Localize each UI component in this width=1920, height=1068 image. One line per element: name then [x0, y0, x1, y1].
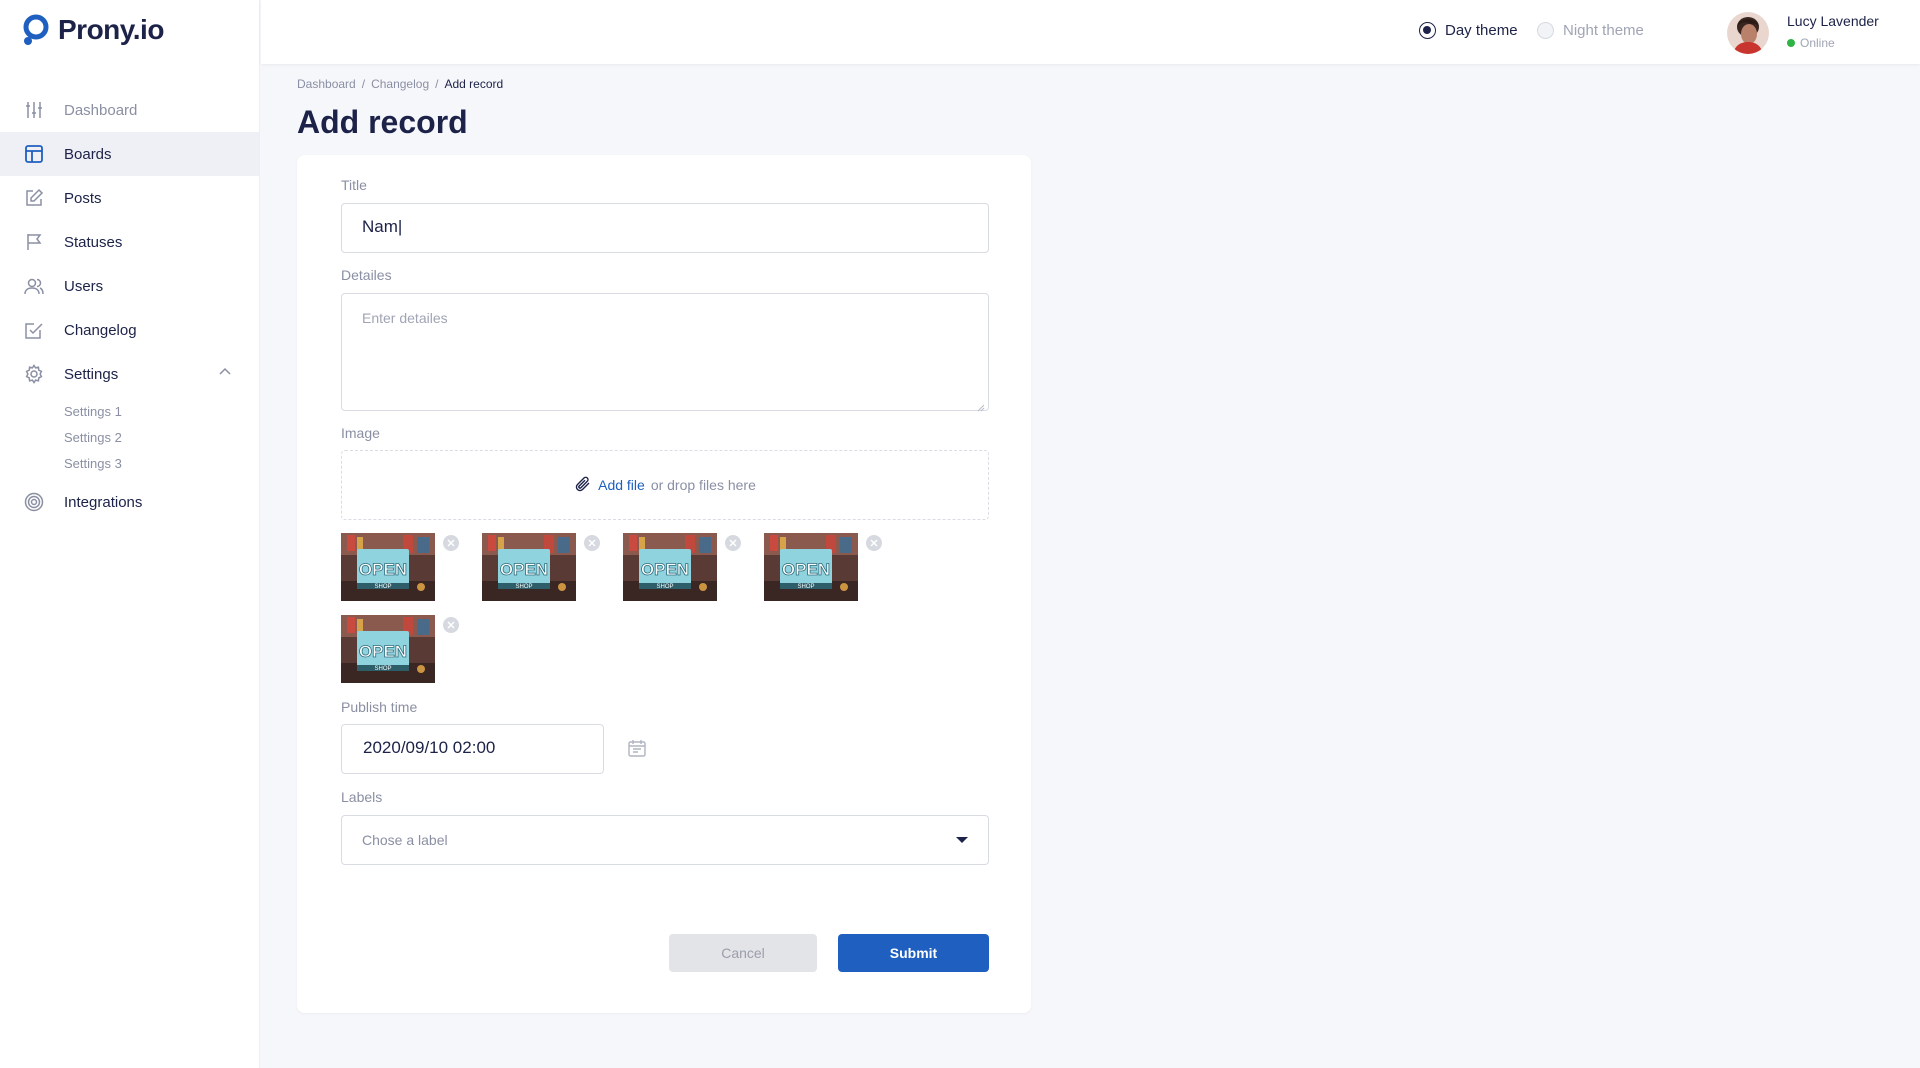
thumbnail-caption: OPEN	[782, 560, 830, 579]
thumbnail-caption: OPEN	[500, 560, 548, 579]
thumbnail-subcaption: SHOP	[656, 584, 673, 590]
radio-selected-icon[interactable]	[1419, 22, 1436, 39]
sidebar-item-label: Users	[64, 277, 104, 295]
breadcrumb-item-dashboard[interactable]: Dashboard	[297, 77, 356, 91]
sidebar-subitem-settings-1[interactable]: Settings 1	[64, 398, 259, 424]
details-label: Detailes	[341, 267, 392, 283]
breadcrumb-separator: /	[435, 77, 439, 91]
image-thumbnail[interactable]: OPEN SHOP	[341, 615, 435, 683]
logo-text: Prony.io	[58, 14, 164, 45]
sidebar-item-statuses[interactable]: Statuses	[0, 220, 259, 264]
day-theme-option[interactable]: Day theme	[1419, 22, 1518, 39]
edit-icon	[24, 188, 44, 208]
publish-time-input[interactable]: 2020/09/10 02:00	[341, 724, 604, 774]
image-thumbnail[interactable]: OPEN SHOP	[341, 533, 435, 601]
add-record-form: Title Nam| Detailes Enter detailes Image…	[297, 155, 1031, 1013]
board-icon	[24, 144, 44, 164]
caret-down-icon	[956, 837, 968, 843]
sliders-icon	[24, 100, 44, 120]
sidebar-item-integrations[interactable]: Integrations	[0, 480, 259, 524]
resize-handle-icon[interactable]	[977, 399, 985, 412]
paperclip-icon	[574, 475, 592, 496]
sidebar-item-label: Changelog	[64, 321, 137, 339]
day-theme-label: Day theme	[1445, 22, 1518, 39]
sidebar-item-label: Dashboard	[64, 101, 138, 119]
sidebar-item-label: Statuses	[64, 233, 123, 251]
flag-icon	[24, 232, 44, 252]
sidebar-item-label: Posts	[64, 189, 102, 207]
avatar[interactable]	[1727, 12, 1769, 54]
top-bar: Day theme Night theme Lucy Lavender Onli…	[261, 0, 1920, 64]
submit-button[interactable]: Submit	[838, 934, 989, 972]
night-theme-option[interactable]: Night theme	[1537, 22, 1644, 39]
details-placeholder: Enter detailes	[362, 310, 448, 326]
labels-placeholder: Chose a label	[362, 832, 448, 848]
title-input[interactable]: Nam|	[341, 203, 989, 253]
image-thumbnail[interactable]: OPEN SHOP	[764, 533, 858, 601]
thumbnail-caption: OPEN	[359, 560, 407, 579]
breadcrumb-item-current: Add record	[444, 77, 504, 91]
remove-image-icon[interactable]	[584, 535, 600, 551]
drop-files-text: or drop files here	[650, 477, 756, 493]
image-thumbnail[interactable]: OPEN SHOP	[482, 533, 576, 601]
breadcrumb-separator: /	[361, 77, 366, 91]
thumbnail-caption: OPEN	[359, 642, 407, 661]
labels-label: Labels	[341, 789, 383, 805]
sidebar-item-settings[interactable]: Settings	[0, 352, 259, 396]
title-input-value: Nam|	[362, 217, 403, 236]
logo-icon	[22, 14, 50, 46]
logo[interactable]: Prony.io	[22, 14, 164, 46]
cancel-button[interactable]: Cancel	[669, 934, 817, 972]
user-status-label: Online	[1800, 36, 1835, 50]
sidebar-item-boards[interactable]: Boards	[0, 132, 259, 176]
sidebar-subitem-settings-3[interactable]: Settings 3	[64, 450, 259, 476]
calendar-icon[interactable]	[627, 738, 647, 758]
sidebar-item-users[interactable]: Users	[0, 264, 259, 308]
users-icon	[24, 276, 44, 296]
night-theme-label: Night theme	[1563, 22, 1644, 39]
breadcrumb-item-changelog[interactable]: Changelog	[371, 77, 429, 91]
file-dropzone[interactable]: Add file or drop files here	[341, 450, 989, 520]
title-label: Title	[341, 177, 367, 193]
add-file-link[interactable]: Add file	[598, 477, 645, 493]
remove-image-icon[interactable]	[443, 617, 459, 633]
page-title: Add record	[297, 104, 468, 140]
publish-time-value: 2020/09/10 02:00	[363, 738, 496, 757]
sidebar-nav: Dashboard Boards Posts Statuses Users Ch…	[0, 88, 259, 524]
thumbnail-subcaption: SHOP	[797, 584, 814, 590]
online-dot-icon	[1787, 39, 1795, 47]
target-icon	[24, 492, 44, 512]
breadcrumb: Dashboard / Changelog / Add record	[297, 77, 503, 91]
chevron-up-icon[interactable]	[218, 365, 232, 384]
sidebar-item-posts[interactable]: Posts	[0, 176, 259, 220]
thumbnail-subcaption: SHOP	[374, 584, 391, 590]
image-label: Image	[341, 425, 380, 441]
labels-select[interactable]: Chose a label	[341, 815, 989, 865]
thumbnail-subcaption: SHOP	[515, 584, 532, 590]
details-textarea[interactable]: Enter detailes	[341, 293, 989, 412]
gear-icon	[24, 364, 44, 384]
image-thumbnail[interactable]: OPEN SHOP	[623, 533, 717, 601]
sidebar: Prony.io Dashboard Boards Posts Statuses	[0, 0, 260, 1068]
sidebar-item-label: Boards	[64, 145, 112, 163]
settings-submenu: Settings 1 Settings 2 Settings 3	[0, 396, 259, 480]
remove-image-icon[interactable]	[725, 535, 741, 551]
sidebar-item-dashboard[interactable]: Dashboard	[0, 88, 259, 132]
remove-image-icon[interactable]	[866, 535, 882, 551]
user-status: Online	[1787, 36, 1835, 50]
publish-time-label: Publish time	[341, 699, 418, 715]
sidebar-item-label: Integrations	[64, 493, 143, 511]
checkbox-edit-icon	[24, 320, 44, 340]
radio-unselected-icon[interactable]	[1537, 22, 1554, 39]
user-name: Lucy Lavender	[1787, 13, 1879, 29]
sidebar-item-changelog[interactable]: Changelog	[0, 308, 259, 352]
remove-image-icon[interactable]	[443, 535, 459, 551]
sidebar-subitem-settings-2[interactable]: Settings 2	[64, 424, 259, 450]
thumbnail-caption: OPEN	[641, 560, 689, 579]
thumbnail-subcaption: SHOP	[374, 666, 391, 672]
sidebar-item-label: Settings	[64, 365, 119, 383]
